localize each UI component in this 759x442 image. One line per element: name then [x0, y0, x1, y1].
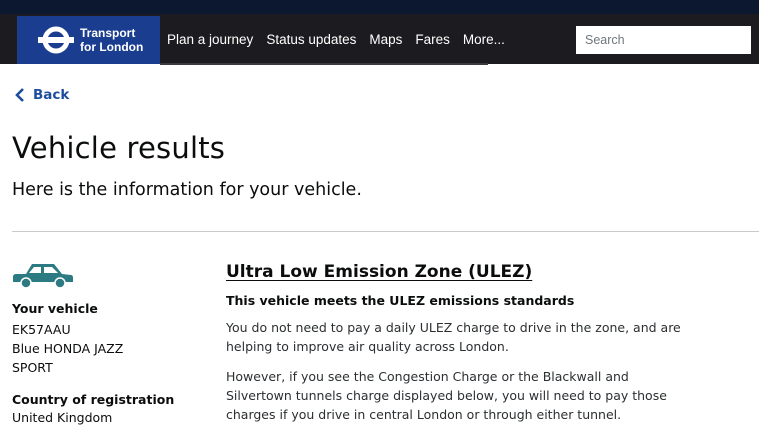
country-label-text: Country of registration [12, 392, 175, 407]
page-subtitle: Here is the information for your vehicle… [12, 180, 362, 200]
top-strip [0, 0, 759, 14]
vehicle-label: Your vehicle [12, 299, 98, 318]
brand-line-1: Transport [80, 26, 136, 40]
car-icon [13, 264, 73, 289]
tfl-roundel-icon [38, 26, 74, 54]
nav-fares[interactable]: Fares [415, 32, 450, 47]
nav-more[interactable]: More... [463, 32, 505, 47]
ulez-status: This vehicle meets the ULEZ emissions st… [226, 293, 575, 308]
ulez-paragraph-2: However, if you see the Congestion Charg… [226, 369, 667, 422]
nav-underline [160, 63, 488, 65]
nav-maps[interactable]: Maps [369, 32, 402, 47]
chevron-left-icon [15, 88, 24, 102]
search-input[interactable] [576, 26, 751, 54]
site-header: Transport for London Plan a journey Stat… [0, 14, 759, 64]
ulez-title-link[interactable]: Ultra Low Emission Zone (ULEZ) [226, 262, 532, 282]
nav-status-updates[interactable]: Status updates [266, 32, 356, 47]
country-value: United Kingdom [12, 410, 113, 425]
country-label: Country of registration [12, 390, 174, 409]
tfl-logo-link[interactable]: Transport for London [17, 16, 160, 64]
vehicle-reg: EK57AAU [12, 322, 71, 337]
back-label: Back [33, 87, 70, 103]
brand-text: Transport for London [80, 26, 143, 54]
vehicle-model-line-2: SPORT [12, 360, 53, 375]
back-link[interactable]: Back [15, 87, 69, 103]
main-nav: Plan a journey Status updates Maps Fares… [167, 14, 518, 64]
vehicle-label-text: Your vehicle [12, 301, 98, 316]
ulez-paragraph-1: You do not need to pay a daily ULEZ char… [226, 320, 681, 354]
nav-plan-a-journey[interactable]: Plan a journey [167, 32, 253, 47]
vehicle-model-line-1: Blue HONDA JAZZ [12, 341, 124, 356]
page-title: Vehicle results [12, 131, 226, 165]
section-divider [12, 231, 759, 232]
brand-line-2: for London [80, 40, 144, 54]
